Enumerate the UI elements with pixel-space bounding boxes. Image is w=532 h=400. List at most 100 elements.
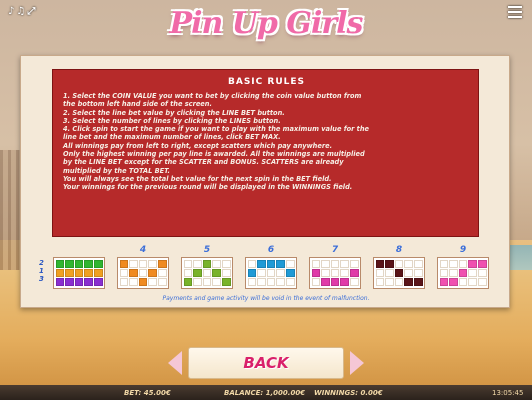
payline-cell (340, 268, 349, 278)
payline-cell (138, 268, 148, 278)
payline-cell (404, 259, 413, 268)
payline-cell (84, 259, 93, 268)
payline-cell (394, 278, 404, 287)
bet-value: BET: 45.00€ (124, 389, 171, 397)
payline-cell (404, 278, 413, 287)
payline-cell (468, 268, 477, 278)
payline-cell (413, 259, 423, 268)
payline-cell (129, 278, 138, 287)
payline-number: 4 (139, 245, 147, 255)
payline-cell (93, 278, 103, 287)
arrow-left-icon[interactable] (168, 351, 182, 375)
payline-cell (212, 278, 221, 287)
payline-cell (119, 268, 129, 278)
payline-cell (458, 278, 468, 287)
payline-cell (385, 278, 394, 287)
payline-row-numbers: 2 1 3 (39, 259, 49, 283)
payline-cell (202, 268, 212, 278)
payline-cell (221, 268, 231, 278)
payline-cell (413, 268, 423, 278)
payline-cell (266, 268, 276, 278)
payline-cell (321, 278, 330, 287)
payline-cell (55, 259, 65, 268)
rule-line: the bottom left hand side of the screen. (63, 100, 212, 109)
payline-cell (157, 268, 167, 278)
payline-cell (385, 268, 394, 278)
payline-cell (202, 278, 212, 287)
rule-line: 1. Select the COIN VALUE you want to bet… (63, 92, 362, 100)
payline-number (53, 244, 105, 257)
payline-cell (311, 259, 321, 268)
payline-grid (53, 257, 105, 289)
payline-cell (340, 259, 349, 268)
paytable-panel: BASIC RULES 1. Select the COIN VALUE you… (20, 55, 510, 308)
payline-cell (449, 278, 458, 287)
payline-cell (349, 268, 359, 278)
rule-line: line bet and the maximum number of lines… (63, 133, 281, 142)
payline-cell (129, 259, 138, 268)
row-number: 2 (39, 259, 44, 267)
payline-number: 8 (395, 245, 403, 255)
payline-cell (266, 278, 276, 287)
sound-icon[interactable]: ♪ (8, 6, 14, 17)
payline-cell (257, 268, 266, 278)
rule-line: 2. Select the line bet value by clicking… (63, 108, 285, 117)
music-icon[interactable]: ♫ (16, 6, 25, 17)
payline-cell (311, 268, 321, 278)
payline-cell (55, 268, 65, 278)
payline-cell (202, 259, 212, 268)
payline-cell (276, 259, 285, 268)
payline-cell (340, 278, 349, 287)
fullscreen-icon[interactable]: ⤢ (27, 6, 35, 17)
malfunction-disclaimer: Payments and game activity will be void … (162, 295, 370, 302)
payline-cell (321, 259, 330, 268)
top-left-controls: ♪ ♫ ⤢ (8, 6, 35, 17)
payline-cell (330, 259, 340, 268)
payline-diagram: 8 (373, 244, 425, 289)
payline-grid (245, 257, 297, 289)
payline-cell (212, 259, 221, 268)
payline-cell (193, 278, 202, 287)
clock: 13:05:45 (492, 389, 524, 397)
payline-cell (349, 259, 359, 268)
payline-cell (129, 268, 138, 278)
payline-cell (468, 278, 477, 287)
payline-cell (385, 259, 394, 268)
payline-cell (404, 268, 413, 278)
payline-cell (247, 278, 257, 287)
payline-cell (330, 268, 340, 278)
balance-value: BALANCE: 1,000.00€ (224, 389, 306, 397)
payline-number: 5 (203, 245, 211, 255)
payline-cell (183, 259, 193, 268)
payline-cell (65, 278, 74, 287)
payline-cell (65, 268, 74, 278)
back-button[interactable]: BACK (188, 347, 344, 379)
payline-cell (183, 268, 193, 278)
payline-diagrams: 4 5 6 7 8 9 (53, 244, 493, 292)
payline-cell (439, 278, 449, 287)
row-number: 3 (39, 275, 44, 283)
status-bar: BET: 45.00€ BALANCE: 1,000.00€ WINNINGS:… (0, 385, 532, 400)
winnings-value: WINNINGS: 0.00€ (314, 389, 383, 397)
payline-cell (93, 268, 103, 278)
payline-cell (138, 278, 148, 287)
payline-cell (55, 278, 65, 287)
payline-cell (119, 278, 129, 287)
payline-cell (183, 278, 193, 287)
payline-cell (276, 268, 285, 278)
payline-grid (373, 257, 425, 289)
rule-line: Your winnings for the previous round wil… (63, 183, 353, 192)
payline-cell (212, 268, 221, 278)
rule-line: 4. Click spin to start the game if you w… (63, 125, 369, 134)
menu-icon[interactable] (508, 6, 522, 18)
rule-line: Only the highest winning per pay line is… (63, 150, 365, 159)
payline-cell (84, 278, 93, 287)
arrow-right-icon[interactable] (350, 351, 364, 375)
payline-cell (375, 278, 385, 287)
payline-cell (375, 268, 385, 278)
payline-diagram: 4 (117, 244, 169, 289)
rule-line: multiplied by the TOTAL BET. (63, 166, 170, 175)
payline-diagram: 9 (437, 244, 489, 289)
payline-cell (193, 268, 202, 278)
payline-diagram: 5 (181, 244, 233, 289)
